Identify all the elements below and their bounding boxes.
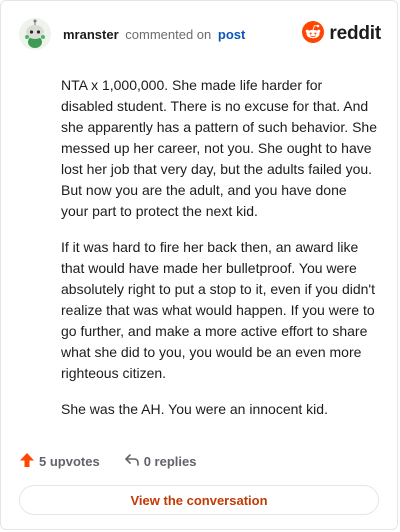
comment-paragraph: If it was hard to fire her back then, an… xyxy=(61,239,375,381)
comment-paragraph: She was the AH. You were an innocent kid… xyxy=(61,401,328,417)
replies-count: 0 replies xyxy=(143,453,197,469)
comment-footer: 5 upvotes 0 replies xyxy=(19,450,220,472)
upvote-arrow-icon[interactable] xyxy=(19,452,35,471)
upvotes-count: 5 upvotes xyxy=(39,453,100,469)
reddit-wordmark: reddit xyxy=(329,23,381,44)
upvotes-stat[interactable]: 5 upvotes xyxy=(19,452,100,471)
view-conversation-button[interactable]: View the conversation xyxy=(19,485,379,515)
action-text: commented on xyxy=(125,26,212,42)
comment-card: mranster commented on post reddit NTA x … xyxy=(0,0,398,530)
comment-paragraph: NTA x 1,000,000. She made life harder fo… xyxy=(61,77,377,219)
comment-meta: mranster commented on post xyxy=(63,27,245,42)
replies-stat[interactable]: 0 replies xyxy=(124,452,197,471)
comment-body: NTA x 1,000,000. She made life harder fo… xyxy=(61,75,377,435)
snoo-avatar-icon[interactable] xyxy=(19,18,51,50)
post-link[interactable]: post xyxy=(218,27,245,42)
username-link[interactable]: mranster xyxy=(63,27,119,42)
reply-arrow-icon[interactable] xyxy=(124,452,140,471)
comment-header: mranster commented on post reddit xyxy=(19,17,381,51)
reddit-logo-icon xyxy=(302,20,325,48)
reddit-brand[interactable]: reddit xyxy=(302,20,381,48)
